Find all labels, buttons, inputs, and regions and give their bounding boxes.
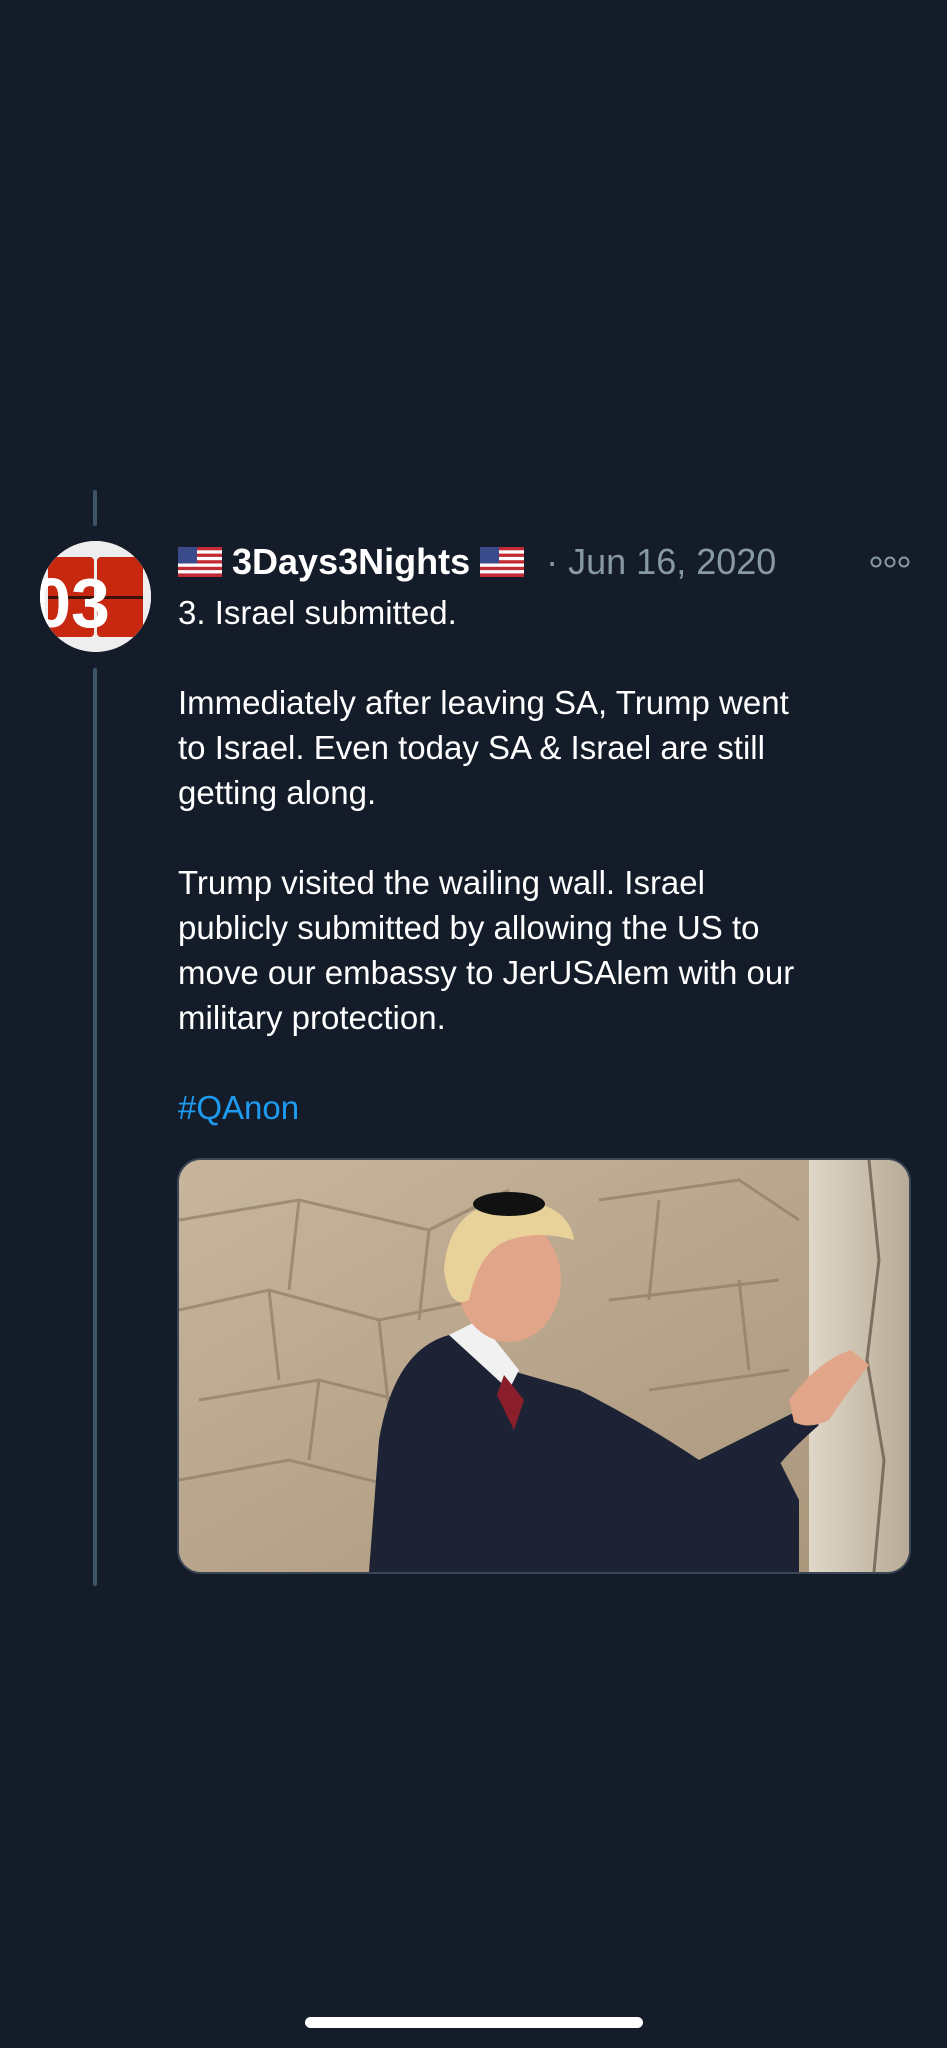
avatar[interactable]: 03: [40, 541, 151, 652]
more-options-icon[interactable]: [870, 552, 910, 572]
display-name[interactable]: 3Days3Nights: [232, 541, 470, 583]
avatar-image: 03: [40, 541, 151, 652]
tweet-line: to Israel. Even today SA & Israel are st…: [178, 729, 765, 766]
tweet-line: military protection.: [178, 999, 446, 1036]
tweet-line: getting along.: [178, 774, 377, 811]
separator-dot: ·: [546, 541, 559, 582]
tweet-line: 3. Israel submitted.: [178, 594, 457, 631]
tweet-line: publicly submitted by allowing the US to: [178, 909, 760, 946]
tweet-line: Trump visited the wailing wall. Israel: [178, 864, 705, 901]
tweet-header: 3Days3Nights · Jun 16, 2020: [178, 536, 918, 588]
us-flag-icon: [480, 547, 525, 577]
thread-line-bottom: [93, 668, 97, 1586]
tweet-media-photo[interactable]: [177, 1158, 911, 1574]
tweet-date[interactable]: Jun 16, 2020: [568, 541, 776, 582]
us-flag-icon: [178, 547, 222, 577]
hashtag-link[interactable]: #QAnon: [178, 1089, 299, 1126]
tweet-meta: · Jun 16, 2020: [546, 541, 776, 583]
tweet-text: 3. Israel submitted. Immediately after l…: [178, 590, 918, 1130]
screen: 03 3Days3Nights · Jun 16, 2020 3. Israel…: [0, 0, 947, 2048]
thread-line-top: [93, 490, 97, 526]
avatar-digit-0: 03: [40, 564, 110, 642]
tweet-line: Immediately after leaving SA, Trump went: [178, 684, 789, 721]
home-indicator[interactable]: [305, 2017, 643, 2028]
photo-image: [179, 1160, 909, 1572]
tweet-line: move our embassy to JerUSAlem with our: [178, 954, 795, 991]
